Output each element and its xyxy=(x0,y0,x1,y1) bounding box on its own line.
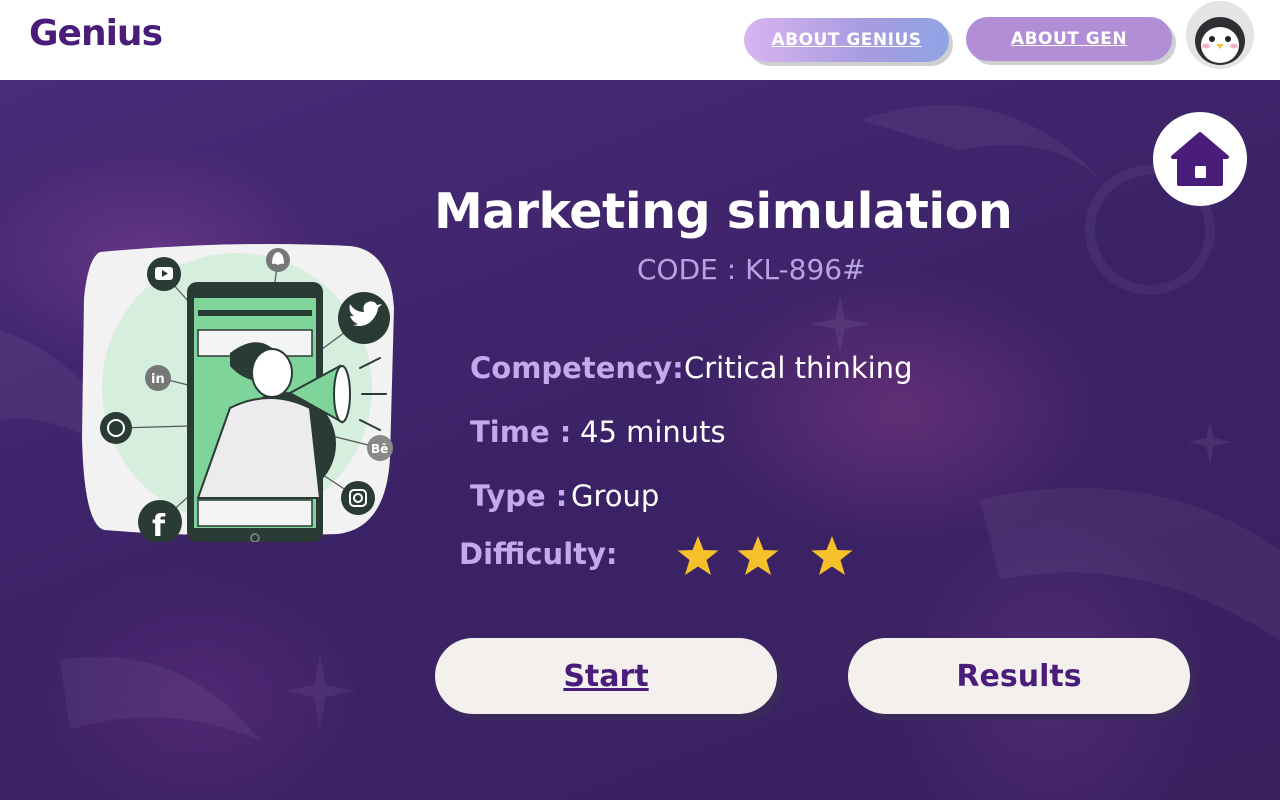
linkedin-badge-text: in xyxy=(151,372,165,387)
marketing-illustration: in Bē f xyxy=(80,238,394,544)
star-icon xyxy=(737,536,779,575)
penguin-avatar-icon xyxy=(1186,1,1254,69)
about-gen-button[interactable]: ABOUT GEN xyxy=(966,17,1172,61)
home-button[interactable] xyxy=(1153,112,1247,206)
start-button[interactable]: Start xyxy=(435,638,777,714)
instagram-icon xyxy=(341,481,375,515)
top-header: Genius ABOUT GENIUS ABOUT GEN xyxy=(0,0,1280,80)
type-value: Group xyxy=(571,479,660,513)
about-genius-button[interactable]: ABOUT GENIUS xyxy=(744,18,949,62)
competency-label: Competency: xyxy=(470,351,684,385)
youtube-icon xyxy=(147,257,181,291)
star-icon xyxy=(677,536,719,575)
time-value: 45 minuts xyxy=(580,415,726,449)
user-avatar[interactable] xyxy=(1186,1,1254,69)
type-label: Type : xyxy=(470,479,568,513)
competency-value: Critical thinking xyxy=(684,351,913,385)
difficulty-label: Difficulty: xyxy=(459,537,618,571)
page-title: Marketing simulation xyxy=(434,183,1013,240)
results-button[interactable]: Results xyxy=(848,638,1190,714)
home-icon xyxy=(1171,132,1229,186)
facebook-icon: f xyxy=(138,500,182,544)
twitter-icon xyxy=(338,292,390,344)
facebook-badge-text: f xyxy=(152,509,166,542)
linkedin-icon: in xyxy=(145,365,171,391)
time-label: Time : xyxy=(470,415,572,449)
marketing-megaphone-image: in Bē f xyxy=(82,244,394,544)
genius-logo[interactable]: Genius xyxy=(29,13,163,54)
simulation-code: CODE : KL-896# xyxy=(637,253,866,286)
whatsapp-icon xyxy=(100,412,132,444)
behance-icon: Bē xyxy=(367,435,393,461)
star-icon xyxy=(811,536,853,575)
snapchat-icon xyxy=(266,248,290,272)
behance-badge-text: Bē xyxy=(371,442,388,456)
simulation-detail-panel: in Bē f Marketing simulation CODE : KL-8… xyxy=(0,80,1280,800)
